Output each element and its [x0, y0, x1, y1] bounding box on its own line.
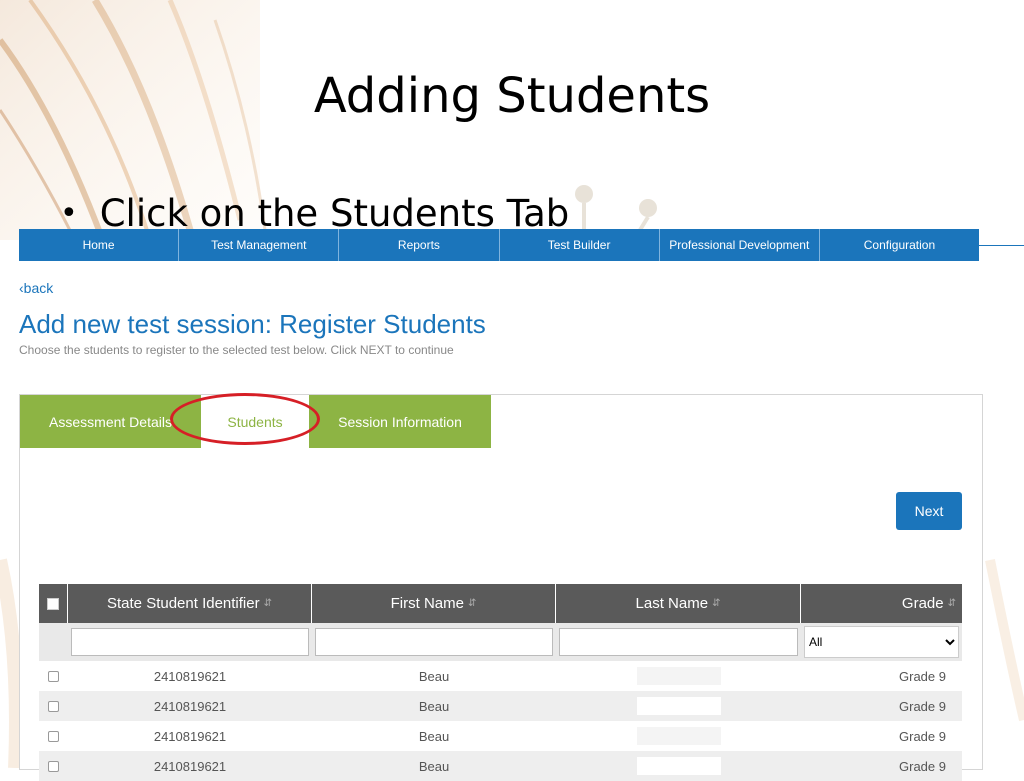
tab-students[interactable]: Students [201, 395, 309, 448]
row-checkbox[interactable] [48, 760, 59, 772]
cell-state-id: 2410819621 [153, 668, 227, 684]
grade-filter-select[interactable]: All [804, 626, 959, 658]
tab-assessment-details[interactable]: Assessment Details [20, 395, 201, 448]
register-students-panel: Assessment Details Students Session Info… [19, 393, 983, 781]
column-label: Last Name [635, 595, 709, 612]
column-header-last-name[interactable]: Last Name ⇵ [556, 584, 801, 623]
row-checkbox[interactable] [48, 670, 59, 682]
state-id-filter-input[interactable] [71, 628, 309, 656]
row-checkbox[interactable] [48, 700, 59, 712]
row-checkbox[interactable] [48, 730, 59, 742]
last-name-filter-input[interactable] [559, 628, 798, 656]
table-row[interactable]: 2410819621 Beau Grade 9 [39, 691, 962, 721]
column-label: Grade [901, 595, 944, 612]
redacted-last-name [636, 697, 721, 715]
cell-grade: Grade 9 [899, 698, 946, 714]
column-header-grade[interactable]: Grade ⇵ [801, 584, 962, 623]
bullet-dot-icon: • [60, 196, 78, 231]
column-label: State Student Identifier [107, 595, 260, 612]
sort-arrows-icon: ⇵ [467, 598, 477, 609]
column-label: First Name [390, 595, 464, 612]
cell-state-id: 2410819621 [153, 698, 227, 714]
session-tabs: Assessment Details Students Session Info… [20, 395, 491, 448]
table-body: 2410819621 Beau Grade 9 2410819621 Beau … [39, 661, 962, 781]
table-row[interactable]: 2410819621 Beau Grade 9 [39, 751, 962, 781]
table-row[interactable]: 2410819621 Beau Grade 9 [39, 661, 962, 691]
cell-first-name: Beau [418, 728, 450, 744]
nav-item-configuration[interactable]: Configuration [820, 229, 979, 261]
column-header-state-id[interactable]: State Student Identifier ⇵ [68, 584, 312, 623]
page-title: Add new test session: Register Students [19, 309, 486, 339]
page-instructions: Choose the students to register to the s… [19, 343, 454, 357]
cell-grade: Grade 9 [899, 728, 946, 744]
cell-first-name: Beau [418, 668, 450, 684]
bullet-text: Click on the Students Tab [99, 192, 570, 235]
filter-row: All [39, 623, 962, 661]
tab-session-information[interactable]: Session Information [309, 395, 491, 448]
cell-grade: Grade 9 [899, 668, 946, 684]
cell-state-id: 2410819621 [153, 728, 227, 744]
column-header-first-name[interactable]: First Name ⇵ [312, 584, 556, 623]
first-name-filter-input[interactable] [315, 628, 553, 656]
slide-bullet: • Click on the Students Tab [60, 192, 569, 235]
table-header: State Student Identifier ⇵ First Name ⇵ La… [39, 584, 962, 623]
slide-title: Adding Students [313, 68, 711, 124]
next-button[interactable]: Next [896, 492, 962, 530]
sort-arrows-icon: ⇵ [712, 598, 721, 609]
sort-arrows-icon: ⇵ [263, 598, 272, 609]
students-table: State Student Identifier ⇵ First Name ⇵ La… [39, 584, 962, 781]
cell-first-name: Beau [418, 758, 450, 774]
redacted-last-name [636, 727, 721, 745]
sort-arrows-icon: ⇵ [947, 598, 956, 609]
cell-grade: Grade 9 [899, 758, 946, 774]
table-row[interactable]: 2410819621 Beau Grade 9 [39, 721, 962, 751]
select-all-cell [39, 584, 68, 623]
nav-item-professional-development[interactable]: Professional Development [660, 229, 820, 261]
cell-first-name: Beau [418, 698, 450, 714]
select-all-checkbox[interactable] [47, 597, 59, 610]
redacted-last-name [636, 667, 721, 685]
nav-divider [979, 245, 1024, 246]
back-link[interactable]: ‹back [19, 280, 53, 296]
redacted-last-name [636, 757, 721, 775]
cell-state-id: 2410819621 [153, 758, 227, 774]
